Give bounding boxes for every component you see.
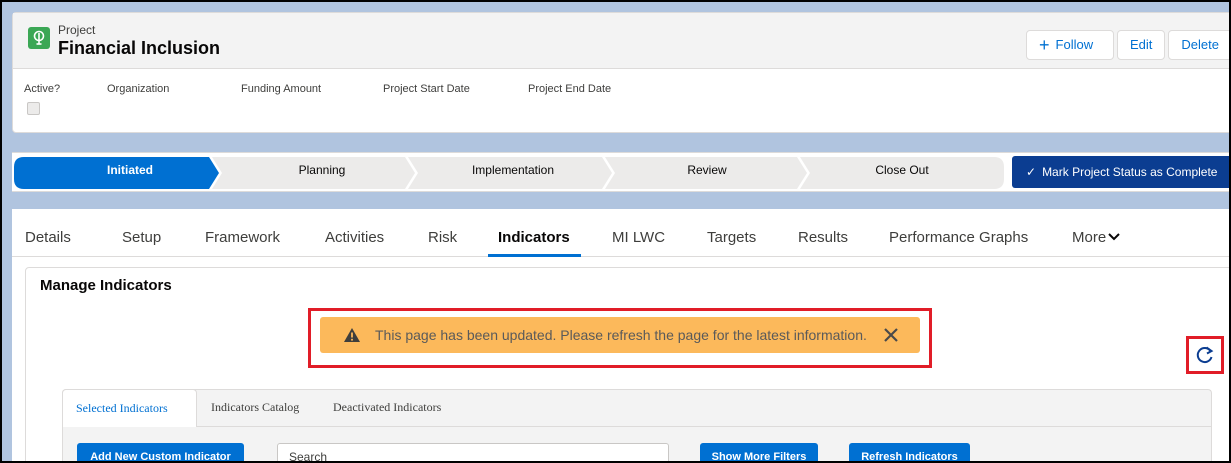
object-type-label: Project [58, 23, 96, 37]
header-actions: + Follow Edit Delete [1026, 30, 1229, 60]
edit-button[interactable]: Edit [1117, 30, 1166, 60]
toast-message: This page has been updated. Please refre… [375, 327, 867, 343]
refresh-button[interactable] [1186, 336, 1224, 374]
mark-complete-label: Mark Project Status as Complete [1042, 165, 1218, 179]
toast-highlight-box: This page has been updated. Please refre… [308, 308, 932, 368]
tab-targets[interactable]: Targets [707, 229, 756, 246]
end-date-label: Project End Date [528, 83, 612, 95]
main-content: Details Setup Framework Activities Risk … [12, 209, 1229, 461]
subtab-selected-indicators[interactable]: Selected Indicators [62, 389, 197, 427]
lightbulb-icon [28, 27, 50, 49]
record-header: Project Financial Inclusion + Follow Edit… [12, 12, 1229, 133]
indicators-subpanel: Selected Indicators Indicators Catalog D… [62, 389, 1212, 461]
path-label-close-out: Close Out [875, 163, 929, 177]
subtab-indicators-catalog[interactable]: Indicators Catalog [211, 400, 299, 415]
tab-more-label: More [1072, 229, 1107, 246]
subtab-bar: Selected Indicators Indicators Catalog D… [62, 389, 1211, 427]
refresh-indicators-button[interactable]: Refresh Indicators [849, 443, 970, 461]
tab-details[interactable]: Details [25, 229, 71, 246]
close-icon [884, 328, 898, 342]
record-name: Financial Inclusion [58, 38, 221, 58]
active-label: Active? [24, 83, 61, 95]
record-tabs: Details Setup Framework Activities Risk … [12, 209, 1229, 257]
follow-label: Follow [1055, 37, 1094, 52]
header-top-bar: Project Financial Inclusion + Follow Edit… [13, 13, 1229, 69]
highlights-panel: Active? Organization Funding Amount Proj… [13, 83, 1229, 123]
plus-icon: + [1039, 35, 1050, 55]
path-label-review: Review [687, 163, 727, 177]
refresh-icon [1196, 346, 1214, 364]
checkmark-icon: ✓ [1026, 165, 1037, 179]
active-checkbox [27, 102, 40, 115]
toast-close-button[interactable] [879, 323, 903, 347]
active-tab-underline [488, 254, 581, 257]
show-more-filters-button[interactable]: Show More Filters [700, 443, 818, 461]
manage-indicators-card: Manage Indicators This page has been upd… [25, 267, 1229, 461]
search-input[interactable] [277, 443, 669, 461]
warning-icon [344, 328, 360, 342]
path-bar: Initiated Planning Implementation Review… [12, 152, 1229, 192]
start-date-label: Project Start Date [383, 83, 470, 95]
add-custom-indicator-button[interactable]: Add New Custom Indicator [77, 443, 244, 461]
manage-indicators-title: Manage Indicators [40, 277, 172, 294]
tab-performance-graphs[interactable]: Performance Graphs [889, 229, 1028, 246]
mark-complete-button[interactable]: ✓ Mark Project Status as Complete [1012, 156, 1229, 188]
organization-label: Organization [107, 83, 170, 95]
tab-activities[interactable]: Activities [325, 229, 384, 246]
tab-mi-lwc[interactable]: MI LWC [612, 229, 665, 246]
path-label-initiated: Initiated [106, 163, 153, 177]
path-label-implementation: Implementation [471, 163, 555, 177]
tab-indicators[interactable]: Indicators [498, 229, 570, 246]
chevron-down-icon [1108, 233, 1120, 241]
follow-button[interactable]: + Follow [1026, 30, 1115, 60]
path-label-planning: Planning [298, 163, 346, 177]
tab-results[interactable]: Results [798, 229, 848, 246]
update-toast: This page has been updated. Please refre… [320, 317, 920, 353]
tab-risk[interactable]: Risk [428, 229, 457, 246]
subtab-deactivated-indicators[interactable]: Deactivated Indicators [333, 400, 441, 415]
tab-setup[interactable]: Setup [122, 229, 161, 246]
tab-more[interactable]: More [1072, 229, 1120, 246]
app-frame: Project Financial Inclusion + Follow Edit… [0, 0, 1231, 463]
funding-amount-label: Funding Amount [241, 83, 322, 95]
delete-button[interactable]: Delete [1168, 30, 1229, 60]
tab-framework[interactable]: Framework [205, 229, 280, 246]
